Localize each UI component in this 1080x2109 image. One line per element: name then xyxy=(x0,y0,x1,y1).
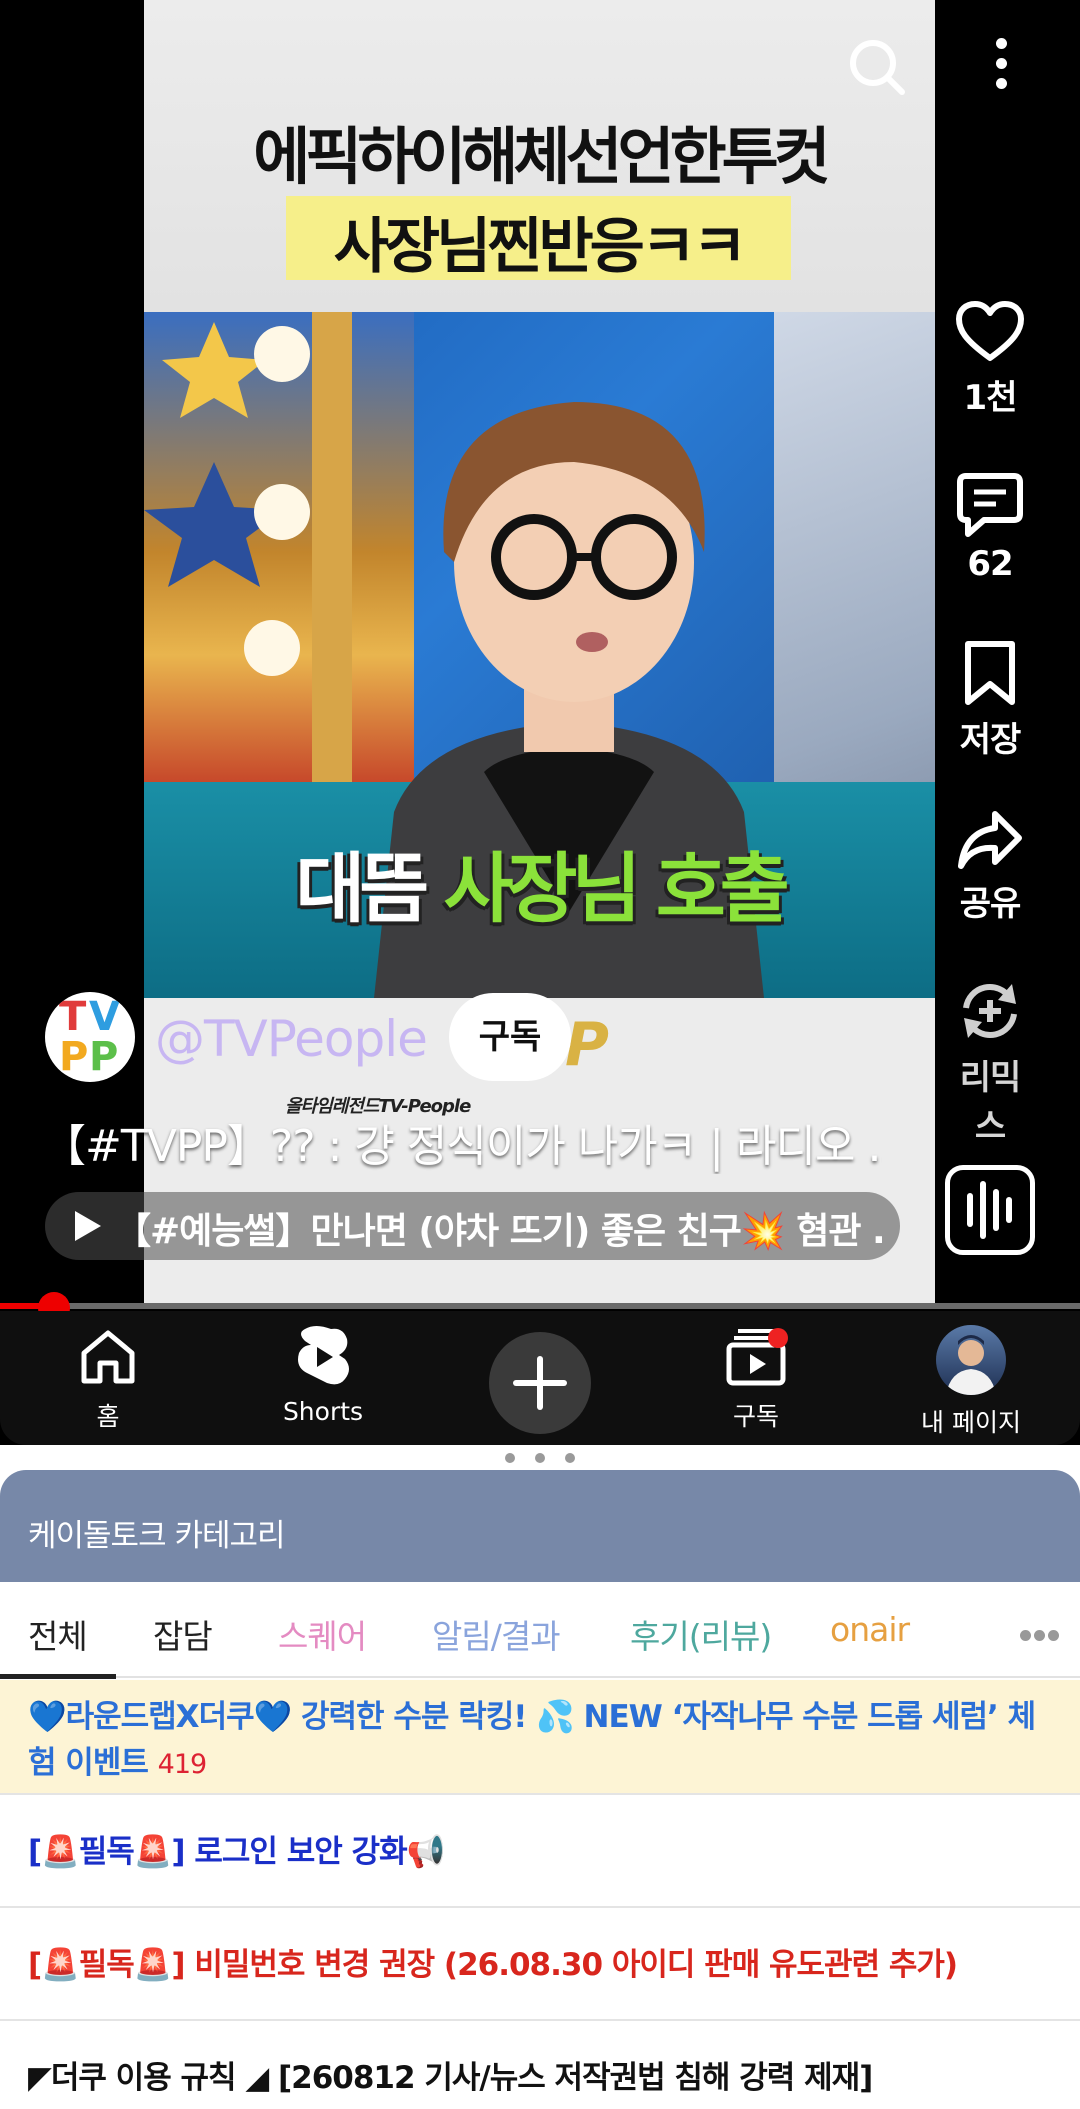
panel-title: 케이돌토크 카테고리 xyxy=(28,1518,286,1554)
heart-icon xyxy=(956,301,1024,361)
video-caption-highlight: 사장님찐반응ㅋㅋ xyxy=(333,212,748,282)
comment-count: 62 xyxy=(967,544,1013,584)
channel-avatar[interactable]: T V P P xyxy=(45,992,135,1082)
related-video-pill[interactable]: 【#예능썰】만나면 (야차 뜨기) 좋은 친구💥 혐관 ... xyxy=(45,1192,900,1260)
share-label: 공유 xyxy=(959,884,1022,924)
video-title[interactable]: 【#TVPP】?? : 걍 정식이가 나가ㅋ | 라디오 ... xyxy=(42,1110,882,1174)
channel-handle[interactable]: @TVPeople xyxy=(155,1010,428,1068)
more-tabs-icon[interactable] xyxy=(1020,1626,1062,1645)
audio-wave-icon xyxy=(967,1181,1012,1239)
bookmark-icon xyxy=(965,641,1015,705)
tab-square[interactable]: 스퀘어 xyxy=(278,1610,367,1658)
nav-subscriptions-label: 구독 xyxy=(732,1402,779,1431)
list-item[interactable]: [🚨필독🚨] 비밀번호 변경 권장 (26.08.30 아이디 판매 유도관련 … xyxy=(0,1908,1080,2021)
tab-all[interactable]: 전체 xyxy=(28,1610,88,1658)
video-scene: 대뜸 사장님 호출 xyxy=(144,312,935,998)
tab-chat[interactable]: 잡담 xyxy=(153,1610,213,1658)
share-icon xyxy=(958,811,1022,869)
bottom-navigation: 홈 Shorts 구독 내 페이지 xyxy=(0,1311,1080,1445)
plus-icon xyxy=(513,1356,567,1410)
save-button[interactable]: 저장 xyxy=(945,640,1035,761)
post-title: [🚨필독🚨] 비밀번호 변경 권장 (26.08.30 아이디 판매 유도관련 … xyxy=(28,1947,958,1983)
nav-home[interactable]: 홈 xyxy=(33,1325,183,1433)
play-icon xyxy=(75,1211,101,1241)
search-icon[interactable] xyxy=(846,36,906,96)
shorts-icon xyxy=(298,1326,349,1385)
profile-avatar xyxy=(936,1325,1006,1395)
shorts-player[interactable]: 에픽하이해체선언한투컷 사장님찐반응ㅋㅋ 대뜸 사장님 호출 P 올타임레전드T… xyxy=(0,0,1080,1305)
nav-home-label: 홈 xyxy=(96,1402,120,1431)
share-button[interactable]: 공유 xyxy=(945,810,1035,925)
tab-notice-results[interactable]: 알림/결과 xyxy=(432,1610,561,1658)
comment-icon xyxy=(957,473,1023,537)
progress-track[interactable] xyxy=(0,1303,1080,1309)
active-tab-indicator xyxy=(0,1674,116,1679)
watermark-letter: P xyxy=(565,1010,609,1080)
nav-subscriptions[interactable]: 구독 xyxy=(681,1325,831,1433)
category-tabs: 전체 잡담 스퀘어 알림/결과 후기(리뷰) onair xyxy=(0,1582,1080,1678)
list-item[interactable]: [🚨필독🚨] 로그인 보안 강화📢 xyxy=(0,1795,1080,1908)
panel-header: 케이돌토크 카테고리 xyxy=(0,1470,1080,1582)
comment-count-badge: 419 xyxy=(157,1749,208,1780)
post-title: [🚨필독🚨] 로그인 보안 강화📢 xyxy=(28,1834,445,1870)
nav-shorts[interactable]: Shorts xyxy=(248,1325,398,1426)
list-item[interactable]: 💙라운드랩X더쿠💙 강력한 수분 락킹! 💦 NEW ‘자작나무 수분 드롭 세… xyxy=(0,1680,1080,1795)
create-button[interactable] xyxy=(489,1332,591,1434)
comments-button[interactable]: 62 xyxy=(945,472,1035,584)
save-label: 저장 xyxy=(959,720,1022,760)
notification-dot xyxy=(768,1328,788,1348)
tab-onair[interactable]: onair xyxy=(830,1610,910,1649)
nav-my-page-label: 내 페이지 xyxy=(921,1408,1021,1437)
remix-label: 리믹스 xyxy=(959,1058,1022,1147)
list-item[interactable]: ◤더쿠 이용 규칙 ◢ [260812 기사/뉴스 저작권법 침해 강력 제재] xyxy=(0,2021,1080,2109)
home-icon xyxy=(81,1330,135,1384)
like-button[interactable]: 1천 xyxy=(945,300,1035,419)
video-overlay-caption: 대뜸 사장님 호출 xyxy=(295,844,789,933)
remix-button[interactable]: 리믹스 xyxy=(945,978,1035,1148)
more-options-icon[interactable] xyxy=(996,38,1007,98)
audio-track-button[interactable] xyxy=(945,1165,1035,1255)
remix-icon xyxy=(963,983,1017,1039)
post-title: ◤더쿠 이용 규칙 ◢ [260812 기사/뉴스 저작권법 침해 강력 제재] xyxy=(28,2060,873,2096)
related-video-title: 【#예능썰】만나면 (야차 뜨기) 좋은 친구💥 혐관 ... xyxy=(115,1211,885,1252)
like-count: 1천 xyxy=(963,378,1018,418)
video-caption-top: 에픽하이해체선언한투컷 xyxy=(253,120,830,193)
nav-my-page[interactable]: 내 페이지 xyxy=(896,1325,1046,1439)
tab-reviews[interactable]: 후기(리뷰) xyxy=(630,1610,772,1658)
nav-shorts-label: Shorts xyxy=(282,1397,364,1426)
subscribe-button[interactable]: 구독 xyxy=(449,993,571,1081)
board-panel: 케이돌토크 카테고리 전체 잡담 스퀘어 알림/결과 후기(리뷰) onair … xyxy=(0,1470,1080,2109)
